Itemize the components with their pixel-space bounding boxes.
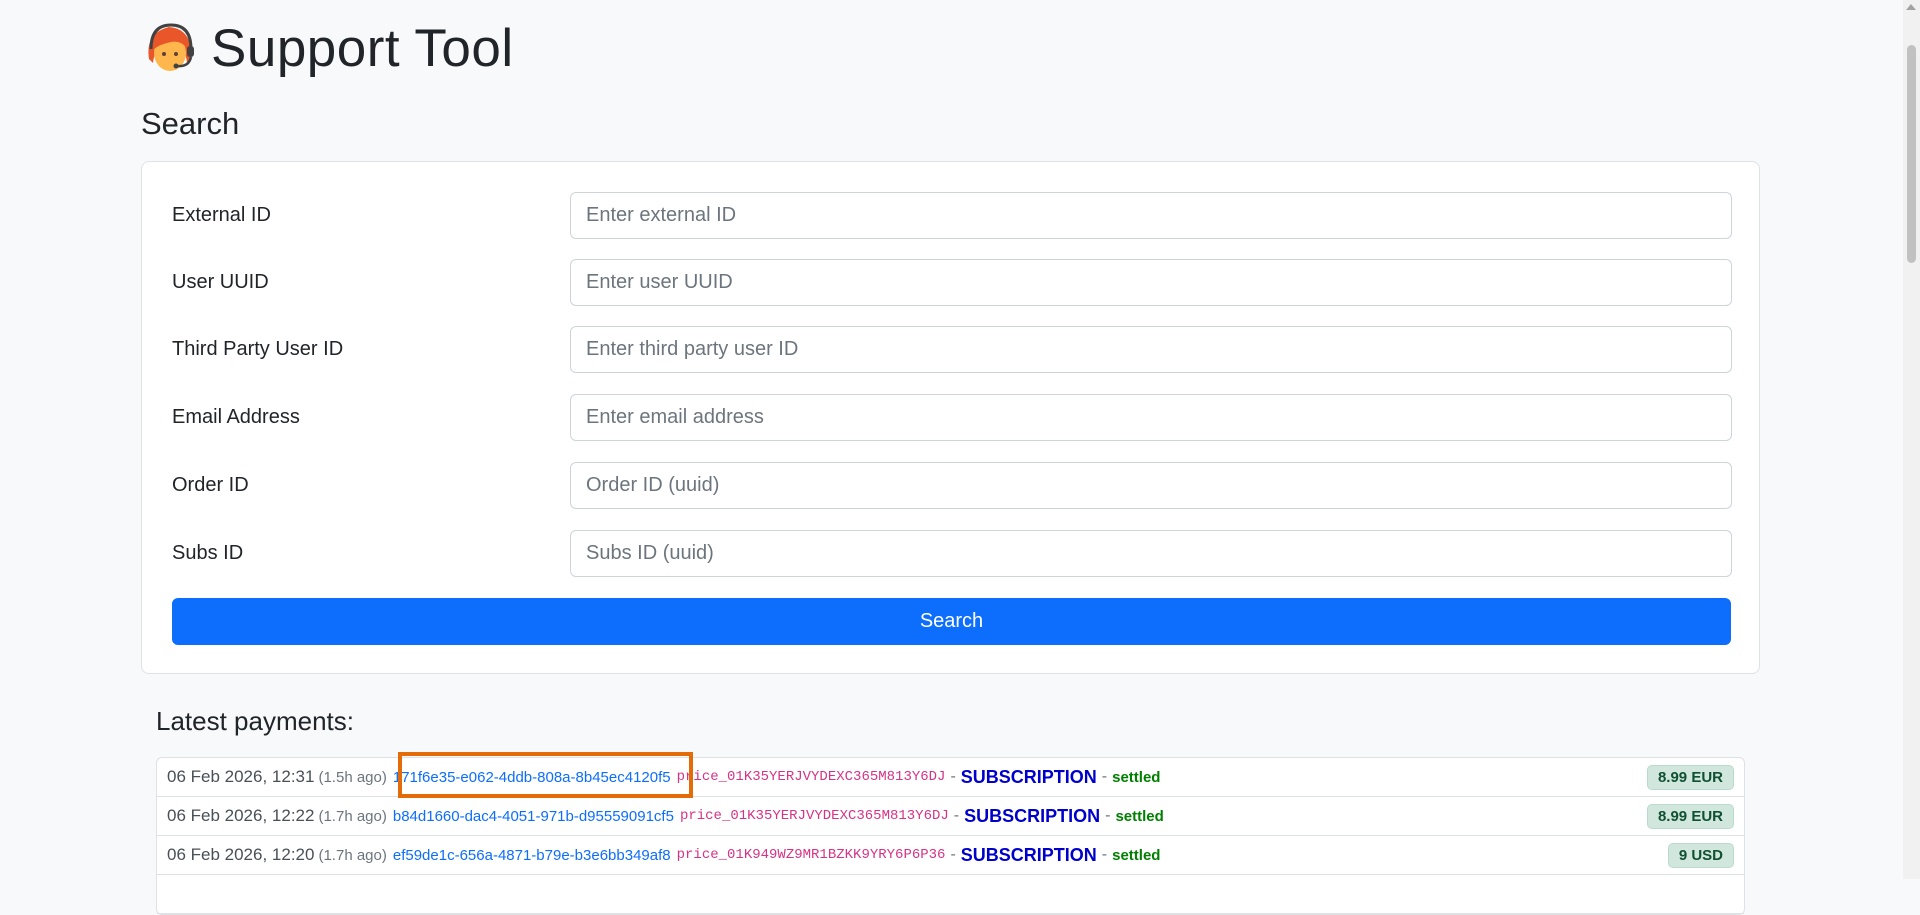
user-uuid-label: User UUID — [172, 271, 269, 293]
payment-type: SUBSCRIPTION — [960, 766, 1097, 787]
form-row-external-id: External ID — [172, 192, 1732, 240]
search-heading: Search — [141, 106, 240, 141]
separator: - — [1105, 807, 1111, 824]
payments-list: 06 Feb 2026, 12:31 (1.5h ago) 171f6e35-e… — [156, 752, 1745, 915]
payment-date: 06 Feb 2026, 12:31 — [167, 767, 315, 786]
vertical-scrollbar[interactable] — [1903, 0, 1920, 879]
latest-payments-heading: Latest payments: — [156, 706, 354, 736]
search-button[interactable]: Search — [172, 598, 1731, 645]
separator: - — [950, 846, 956, 863]
third-party-user-id-input[interactable] — [570, 326, 1732, 373]
payment-uuid-link[interactable]: 171f6e35-e062-4ddb-808a-8b45ec4120f5 — [393, 769, 671, 786]
payment-type: SUBSCRIPTION — [960, 844, 1097, 865]
scroll-up-arrow-icon[interactable] — [1906, 4, 1916, 10]
separator: - — [950, 768, 956, 785]
form-row-user-uuid: User UUID — [172, 259, 1732, 307]
payment-row: 06 Feb 2026, 12:20 (1.7h ago) ef59de1c-6… — [157, 836, 1744, 875]
payment-uuid-link[interactable]: ef59de1c-656a-4871-b79e-b3e6bb349af8 — [393, 847, 671, 864]
form-row-subs-id: Subs ID — [172, 530, 1732, 578]
external-id-input[interactable] — [570, 192, 1732, 239]
email-address-input[interactable] — [570, 394, 1732, 441]
separator: - — [1101, 768, 1108, 785]
payment-price-id: price_01K35YERJVYDEXC365M813Y6DJ — [676, 769, 946, 785]
external-id-label: External ID — [172, 204, 271, 226]
order-id-input[interactable] — [570, 462, 1732, 509]
payment-status: settled — [1112, 768, 1161, 786]
subs-id-label: Subs ID — [172, 542, 244, 564]
form-row-email-address: Email Address — [172, 394, 1732, 442]
separator: - — [953, 807, 960, 824]
support-agent-icon — [141, 19, 199, 77]
third-party-user-id-label: Third Party User ID — [172, 338, 344, 360]
page-title: Support Tool — [211, 18, 514, 78]
payment-amount-badge: 8.99 EUR — [1646, 804, 1734, 829]
email-address-label: Email Address — [172, 406, 300, 428]
payment-status: settled — [1115, 807, 1164, 825]
payment-date: 06 Feb 2026, 12:22 — [167, 806, 315, 825]
search-form-card: External ID User UUID Third Party User I… — [141, 161, 1760, 674]
payment-ago: (1.7h ago) — [318, 846, 387, 864]
payment-price-id: price_01K949WZ9MR1BZKK9YRY6P6P36 — [676, 847, 946, 863]
payment-type: SUBSCRIPTION — [964, 805, 1101, 826]
form-row-order-id: Order ID — [172, 462, 1732, 510]
payment-row: 06 Feb 2026, 12:22 (1.7h ago) b84d1660-d… — [157, 797, 1744, 836]
payment-status: settled — [1112, 846, 1161, 864]
app-header: Support Tool — [141, 14, 514, 82]
payment-row — [157, 875, 1744, 914]
payment-row: 06 Feb 2026, 12:31 (1.5h ago) 171f6e35-e… — [157, 752, 1744, 798]
order-id-label: Order ID — [172, 474, 249, 496]
payment-price-id: price_01K35YERJVYDEXC365M813Y6DJ — [679, 808, 949, 824]
user-uuid-input[interactable] — [570, 259, 1732, 306]
payment-uuid-link[interactable]: b84d1660-dac4-4051-971b-d95559091cf5 — [393, 808, 674, 825]
payment-ago: (1.5h ago) — [318, 768, 387, 786]
form-row-third-party-user-id: Third Party User ID — [172, 326, 1732, 374]
payment-amount-badge: 8.99 EUR — [1646, 765, 1734, 790]
payment-ago: (1.7h ago) — [318, 807, 387, 825]
payment-date: 06 Feb 2026, 12:20 — [167, 845, 315, 864]
subs-id-input[interactable] — [570, 530, 1732, 577]
separator: - — [1101, 846, 1108, 863]
payment-amount-badge: 9 USD — [1667, 843, 1734, 868]
scrollbar-thumb[interactable] — [1907, 45, 1916, 263]
